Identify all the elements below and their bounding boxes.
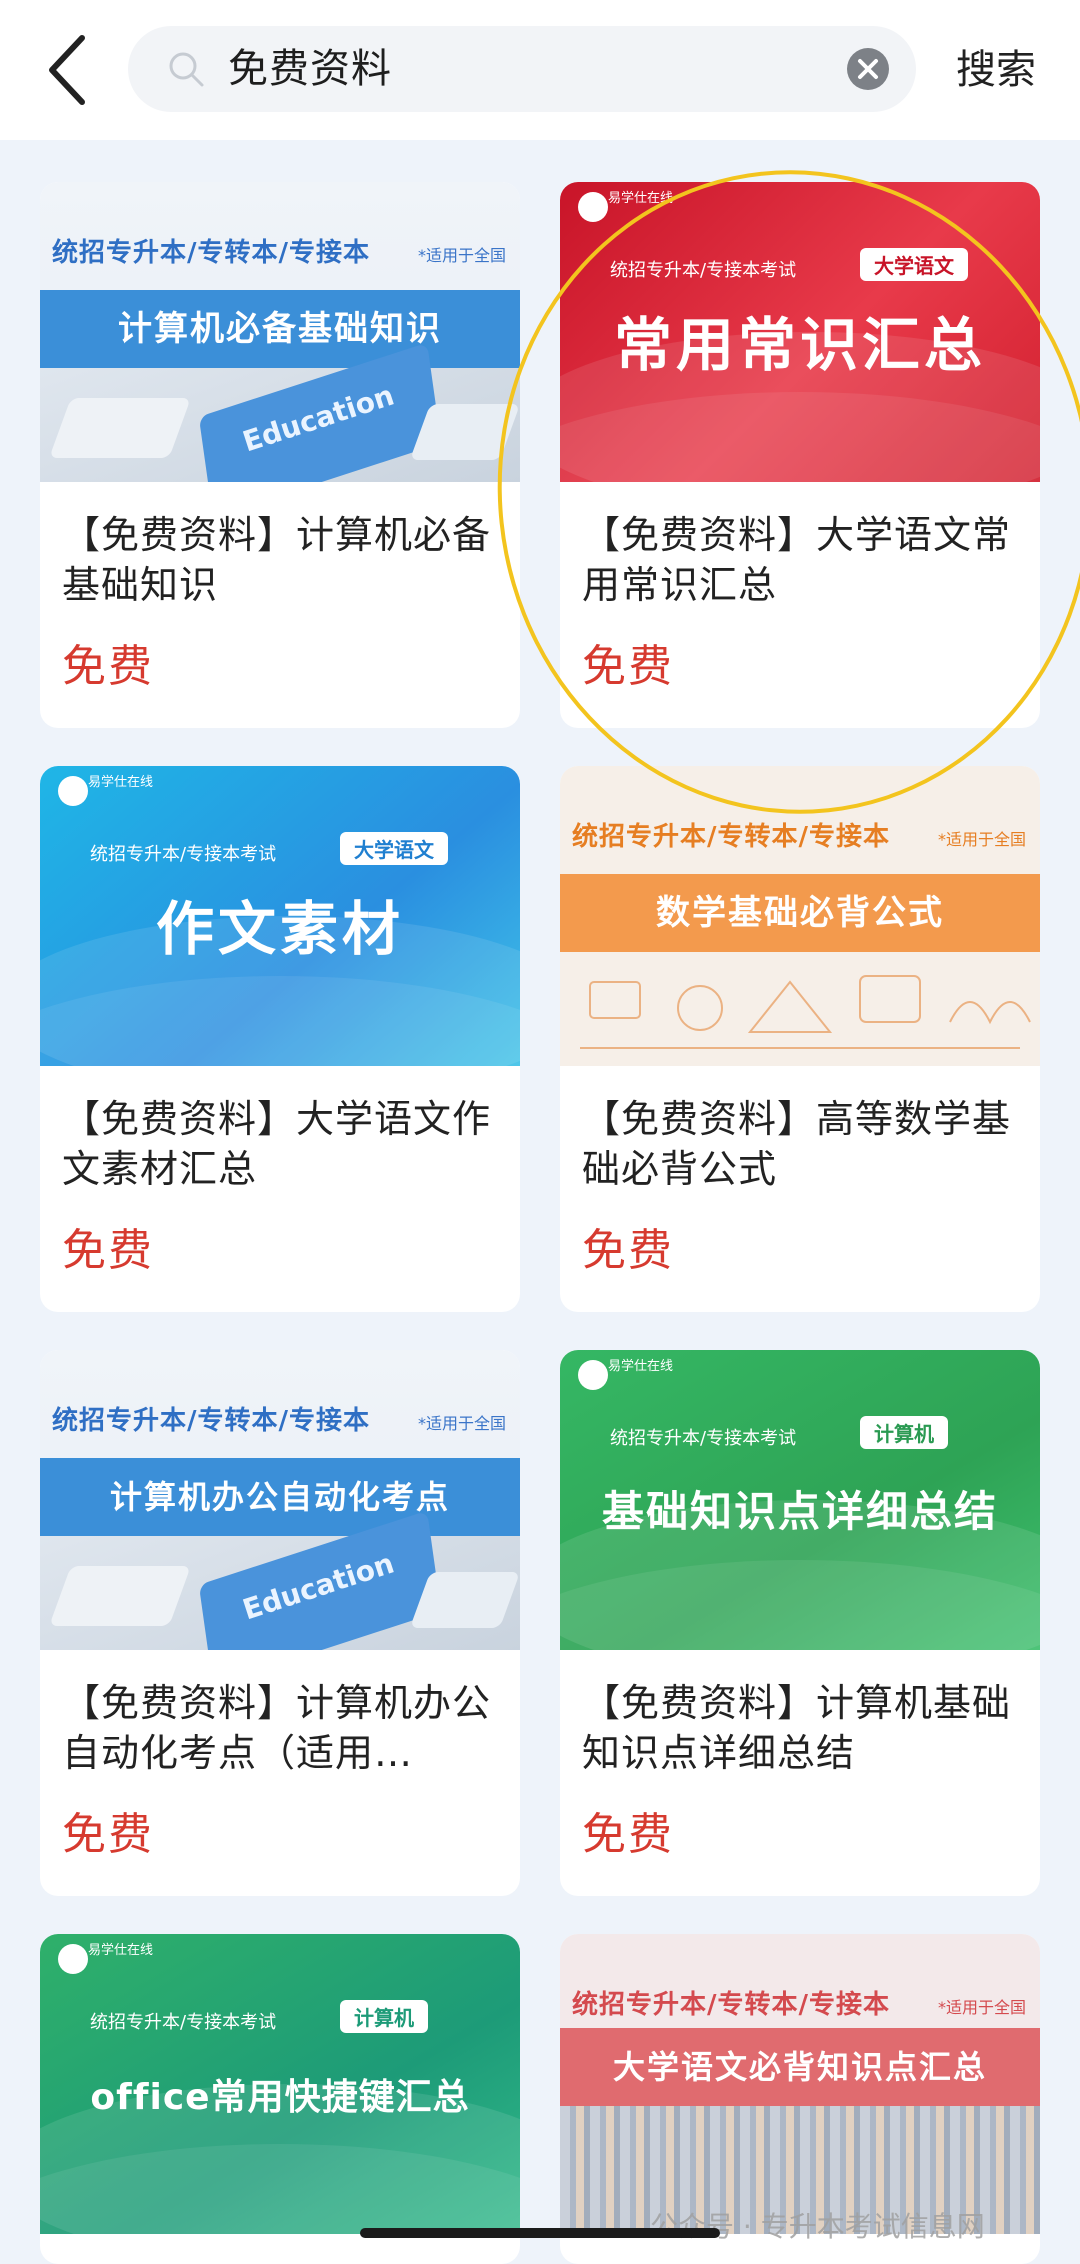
card-price: 免费 — [62, 1809, 154, 1860]
card-cover: 统招专升本/专转本/专接本 *适用于全国 数学基础必背公式 — [560, 766, 1040, 1066]
result-card[interactable]: 易学仕在线 统招专升本/专接本考试 计算机 基础知识点详细总结 【免费资料】计算… — [560, 1350, 1040, 1896]
logo-icon — [578, 1360, 608, 1390]
cover-subtitle: 统招专升本/专接本考试 — [90, 2012, 277, 2033]
cover-heading: 统招专升本/专转本/专接本 — [52, 238, 370, 268]
card-cover: 统招专升本/专转本/专接本 *适用于全国 计算机办公自动化考点 Educatio… — [40, 1350, 520, 1650]
logo-icon — [58, 1944, 88, 1974]
search-icon — [169, 52, 204, 87]
keyboard-image: Education — [40, 342, 520, 482]
home-indicator[interactable] — [360, 2228, 720, 2238]
watermark: 公众号 · 专升本考试信息网 — [650, 2210, 985, 2243]
cover-subtitle: 统招专升本/专接本考试 — [610, 260, 797, 281]
logo-text: 易学仕在线 — [608, 1359, 674, 1374]
cover-heading: 统招专升本/专转本/专接本 — [52, 1406, 370, 1436]
clear-search-button[interactable] — [846, 47, 890, 91]
card-price: 免费 — [582, 1809, 674, 1860]
result-card[interactable]: 易学仕在线 统招专升本/专接本考试 大学语文 常用常识汇总 【免费资料】大学语文… — [560, 182, 1040, 728]
card-cover: 易学仕在线 统招专升本/专接本考试 大学语文 常用常识汇总 — [560, 182, 1040, 482]
cover-title: 常用常识汇总 — [613, 311, 986, 379]
cover-title: 计算机必备基础知识 — [40, 290, 520, 368]
logo-text: 易学仕在线 — [88, 775, 154, 790]
result-card[interactable]: 易学仕在线 统招专升本/专接本考试 计算机 office常用快捷键汇总 — [40, 1934, 520, 2264]
card-title: 【免费资料】计算机必备基础知识 — [62, 513, 492, 607]
card-title: 【免费资料】计算机办公自动化考点（适用… — [62, 1681, 492, 1775]
cover-subtitle: 统招专升本/专接本考试 — [610, 1428, 797, 1449]
result-card[interactable]: 统招专升本/专转本/专接本 *适用于全国 计算机办公自动化考点 Educatio… — [40, 1350, 520, 1896]
card-title: 【免费资料】计算机基础知识点详细总结 — [582, 1681, 1012, 1775]
card-title: 【免费资料】高等数学基础必背公式 — [582, 1097, 1012, 1191]
search-query-text: 免费资料 — [228, 46, 392, 92]
result-card[interactable]: 统招专升本/专转本/专接本 *适用于全国 计算机必备基础知识 Education… — [40, 182, 520, 728]
cover-heading: 统招专升本/专转本/专接本 — [572, 1990, 890, 2020]
card-cover: 易学仕在线 统招专升本/专接本考试 计算机 基础知识点详细总结 — [560, 1350, 1040, 1650]
subject-badge: 计算机 — [340, 2000, 428, 2033]
cover-note: *适用于全国 — [937, 1998, 1026, 2017]
cover-title: office常用快捷键汇总 — [90, 2077, 470, 2118]
card-title: 【免费资料】大学语文常用常识汇总 — [582, 513, 1012, 607]
search-input[interactable]: 免费资料 — [128, 26, 916, 112]
subject-badge: 大学语文 — [340, 832, 448, 865]
chevron-left-icon — [49, 35, 85, 105]
top-bar: 免费资料 搜索 — [0, 0, 1080, 140]
result-card[interactable]: 易学仕在线 统招专升本/专接本考试 大学语文 作文素材 【免费资料】大学语文作文… — [40, 766, 520, 1312]
results-grid: 统招专升本/专转本/专接本 *适用于全国 计算机必备基础知识 Education… — [0, 140, 1080, 2264]
cover-title: 作文素材 — [155, 895, 404, 963]
result-card[interactable]: 统招专升本/专转本/专接本 *适用于全国 数学基础必背公式 【免费资料】高等数学… — [560, 766, 1040, 1312]
cover-title: 计算机办公自动化考点 — [40, 1458, 520, 1536]
logo-text: 易学仕在线 — [88, 1943, 154, 1958]
card-price: 免费 — [582, 1225, 674, 1276]
card-price: 免费 — [62, 641, 154, 692]
back-button[interactable] — [40, 32, 100, 108]
cover-title: 大学语文必背知识点汇总 — [560, 2028, 1040, 2106]
cover-heading: 统招专升本/专转本/专接本 — [572, 822, 890, 852]
cover-note: *适用于全国 — [417, 246, 506, 265]
cover-note: *适用于全国 — [937, 830, 1026, 849]
logo-icon — [58, 776, 88, 806]
logo-icon — [578, 192, 608, 222]
doodle-illustration — [580, 975, 1031, 1049]
cover-title: 基础知识点详细总结 — [601, 1487, 998, 1536]
card-title: 【免费资料】大学语文作文素材汇总 — [62, 1097, 492, 1191]
subject-badge: 大学语文 — [860, 248, 968, 281]
card-price: 免费 — [62, 1225, 154, 1276]
keyboard-image: Education — [40, 1510, 520, 1650]
search-button[interactable]: 搜索 — [956, 0, 1036, 140]
cover-note: *适用于全国 — [417, 1414, 506, 1433]
subject-badge: 计算机 — [860, 1416, 948, 1449]
cover-title: 数学基础必背公式 — [560, 874, 1040, 952]
card-cover: 易学仕在线 统招专升本/专接本考试 大学语文 作文素材 — [40, 766, 520, 1066]
card-price: 免费 — [582, 641, 674, 692]
logo-text: 易学仕在线 — [608, 191, 674, 206]
clear-icon — [847, 48, 889, 90]
cover-subtitle: 统招专升本/专接本考试 — [90, 844, 277, 865]
card-cover: 统招专升本/专转本/专接本 *适用于全国 计算机必备基础知识 Education — [40, 182, 520, 482]
card-cover: 统招专升本/专转本/专接本 *适用于全国 大学语文必背知识点汇总 — [560, 1934, 1040, 2234]
card-cover: 易学仕在线 统招专升本/专接本考试 计算机 office常用快捷键汇总 — [40, 1934, 520, 2234]
